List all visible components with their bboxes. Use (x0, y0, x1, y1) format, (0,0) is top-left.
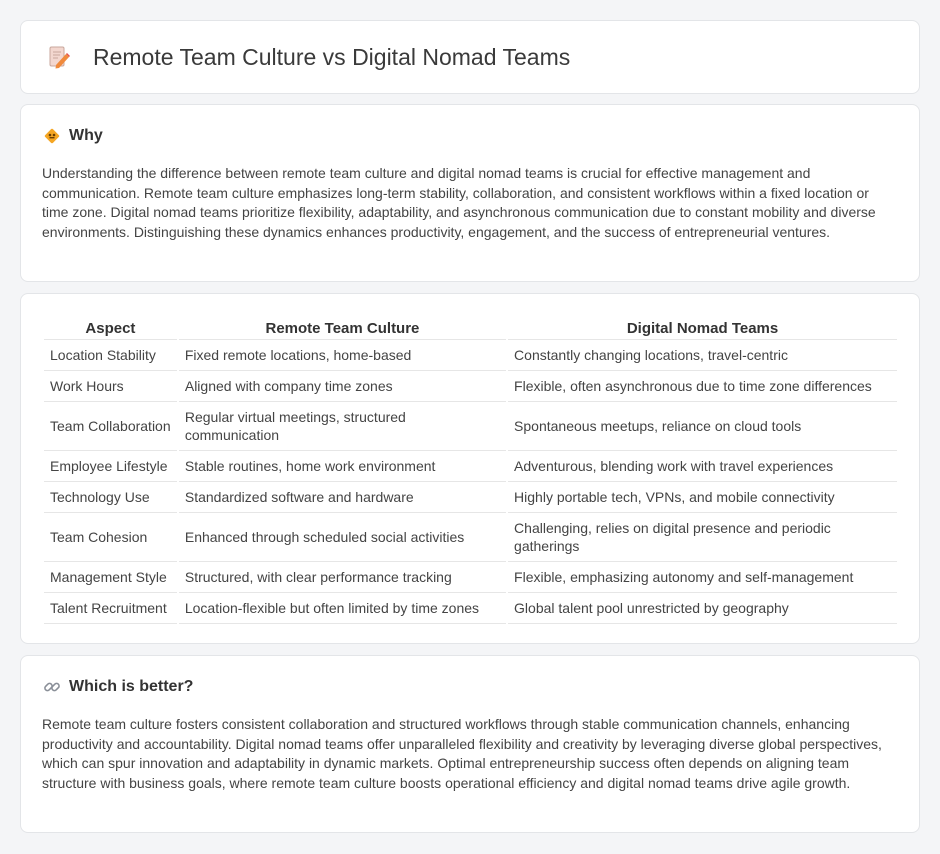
table-row: Team Collaboration Regular virtual meeti… (44, 402, 897, 451)
aspect-cell: Employee Lifestyle (44, 451, 177, 482)
better-paragraph: Remote team culture fosters consistent c… (42, 716, 882, 791)
why-paragraph: Understanding the difference between rem… (42, 165, 876, 240)
remote-cell: Location-flexible but often limited by t… (178, 593, 507, 624)
table-row: Team Cohesion Enhanced through scheduled… (44, 513, 897, 562)
table-row: Work Hours Aligned with company time zon… (44, 371, 897, 402)
aspect-cell: Talent Recruitment (44, 593, 177, 624)
remote-cell: Fixed remote locations, home-based (178, 340, 507, 371)
aspect-cell: Technology Use (44, 482, 177, 513)
nomad-cell: Highly portable tech, VPNs, and mobile c… (508, 482, 897, 513)
better-card: Which is better? Remote team culture fos… (20, 655, 920, 833)
link-icon (44, 682, 60, 692)
nomad-cell: Flexible, often asynchronous due to time… (508, 371, 897, 402)
page-title: Remote Team Culture vs Digital Nomad Tea… (93, 43, 571, 70)
remote-cell: Structured, with clear performance track… (178, 562, 507, 593)
comparison-card: Aspect Remote Team Culture Digital Nomad… (20, 293, 920, 644)
table-row: Talent Recruitment Location-flexible but… (44, 593, 897, 624)
nomad-cell: Constantly changing locations, travel-ce… (508, 340, 897, 371)
remote-cell: Regular virtual meetings, structured com… (178, 402, 507, 451)
remote-cell: Enhanced through scheduled social activi… (178, 513, 507, 562)
aspect-cell: Team Collaboration (44, 402, 177, 451)
aspect-cell: Team Cohesion (44, 513, 177, 562)
aspect-cell: Location Stability (44, 340, 177, 371)
better-heading-row: Which is better? (43, 678, 919, 696)
remote-cell: Standardized software and hardware (178, 482, 507, 513)
better-heading: Which is better? (69, 678, 194, 695)
aspect-cell: Work Hours (44, 371, 177, 402)
nomad-cell: Challenging, relies on digital presence … (508, 513, 897, 562)
table-row: Employee Lifestyle Stable routines, home… (44, 451, 897, 482)
comparison-table: Aspect Remote Team Culture Digital Nomad… (42, 316, 899, 624)
why-heading-row: Why (43, 127, 919, 145)
remote-cell: Stable routines, home work environment (178, 451, 507, 482)
nomad-cell: Global talent pool unrestricted by geogr… (508, 593, 897, 624)
why-card: Why Understanding the difference between… (20, 104, 920, 282)
table-row: Location Stability Fixed remote location… (44, 340, 897, 371)
table-row: Technology Use Standardized software and… (44, 482, 897, 513)
remote-cell: Aligned with company time zones (178, 371, 507, 402)
title-card: Remote Team Culture vs Digital Nomad Tea… (20, 20, 920, 94)
table-row: Management Style Structured, with clear … (44, 562, 897, 593)
nomad-cell: Flexible, emphasizing autonomy and self-… (508, 562, 897, 593)
nomad-cell: Spontaneous meetups, reliance on cloud t… (508, 402, 897, 451)
header-aspect: Aspect (44, 316, 177, 340)
header-remote-team-culture: Remote Team Culture (178, 316, 507, 340)
aspect-cell: Management Style (44, 562, 177, 593)
pencil-document-icon (49, 46, 70, 69)
header-digital-nomad-teams: Digital Nomad Teams (508, 316, 897, 340)
nomad-cell: Adventurous, blending work with travel e… (508, 451, 897, 482)
why-heading: Why (69, 127, 103, 144)
diamond-sign-icon (44, 128, 60, 144)
